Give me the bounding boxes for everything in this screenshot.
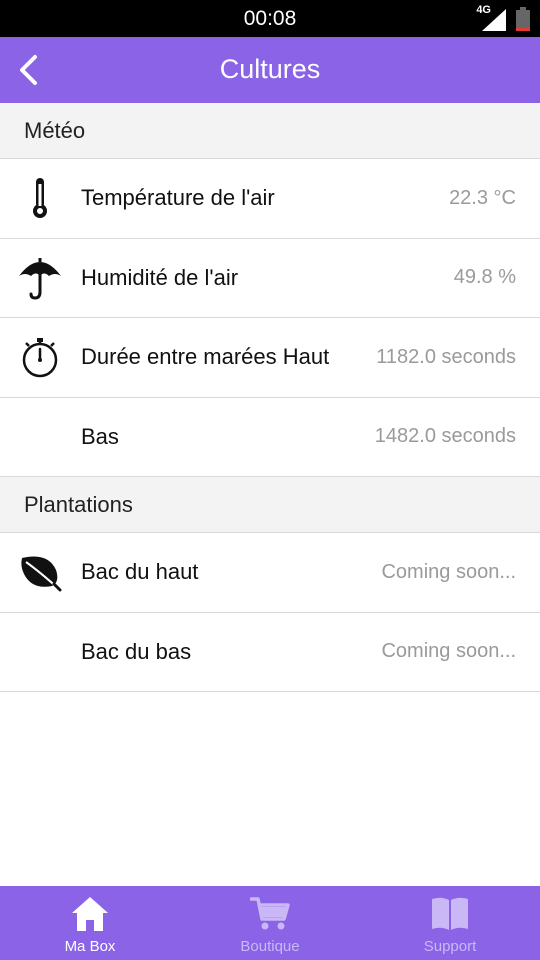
nav-label: Support bbox=[423, 938, 477, 955]
umbrella-icon bbox=[16, 254, 64, 302]
section-header-meteo: Météo bbox=[0, 103, 540, 159]
status-time: 00:08 bbox=[243, 7, 297, 30]
row-value: 1182.0 seconds bbox=[376, 345, 516, 368]
stopwatch-icon bbox=[16, 333, 64, 381]
row-label: Durée entre marées Haut bbox=[81, 344, 330, 370]
list-item-air-humidity[interactable]: Humidité de l'air 49.8 % bbox=[0, 239, 540, 318]
cart-icon bbox=[250, 894, 290, 934]
list-item-tide-interval-low[interactable]: Bas 1482.0 seconds bbox=[0, 398, 540, 477]
row-value: Coming soon... bbox=[381, 560, 516, 583]
status-bar: 00:08 4G bbox=[0, 0, 540, 37]
row-value: 1482.0 seconds bbox=[374, 425, 516, 448]
nav-label: Ma Box bbox=[64, 938, 116, 955]
row-label: Bac du haut bbox=[81, 559, 199, 585]
nav-tab-support[interactable]: Support bbox=[360, 886, 540, 960]
row-label: Bas bbox=[81, 423, 119, 449]
app-bar: Cultures bbox=[0, 37, 540, 103]
row-value: 22.3 °C bbox=[449, 186, 516, 209]
nav-label: Boutique bbox=[240, 938, 300, 955]
bottom-nav: Ma Box Boutique Support bbox=[0, 886, 540, 960]
page-title: Cultures bbox=[219, 54, 321, 84]
battery-icon bbox=[516, 7, 530, 31]
list-item-tide-interval-high[interactable]: Durée entre marées Haut 1182.0 seconds bbox=[0, 318, 540, 398]
list-item-top-tray[interactable]: Bac du haut Coming soon... bbox=[0, 533, 540, 613]
content-list: Météo Température de l'air 22.3 °C Humid… bbox=[0, 103, 540, 692]
list-item-bottom-tray[interactable]: Bac du bas Coming soon... bbox=[0, 613, 540, 692]
row-value: 49.8 % bbox=[453, 266, 516, 289]
nav-tab-ma-box[interactable]: Ma Box bbox=[0, 886, 180, 960]
row-label: Humidité de l'air bbox=[81, 264, 239, 290]
list-item-air-temperature[interactable]: Température de l'air 22.3 °C bbox=[0, 159, 540, 239]
book-icon bbox=[430, 894, 470, 934]
section-header-plantations: Plantations bbox=[0, 477, 540, 533]
nav-tab-boutique[interactable]: Boutique bbox=[180, 886, 360, 960]
home-icon bbox=[70, 894, 110, 934]
signal-icon bbox=[482, 9, 506, 31]
leaf-icon bbox=[16, 548, 64, 596]
row-label: Température de l'air bbox=[81, 185, 275, 211]
thermometer-icon bbox=[16, 174, 64, 222]
row-value: Coming soon... bbox=[381, 640, 516, 663]
row-label: Bac du bas bbox=[81, 638, 192, 664]
